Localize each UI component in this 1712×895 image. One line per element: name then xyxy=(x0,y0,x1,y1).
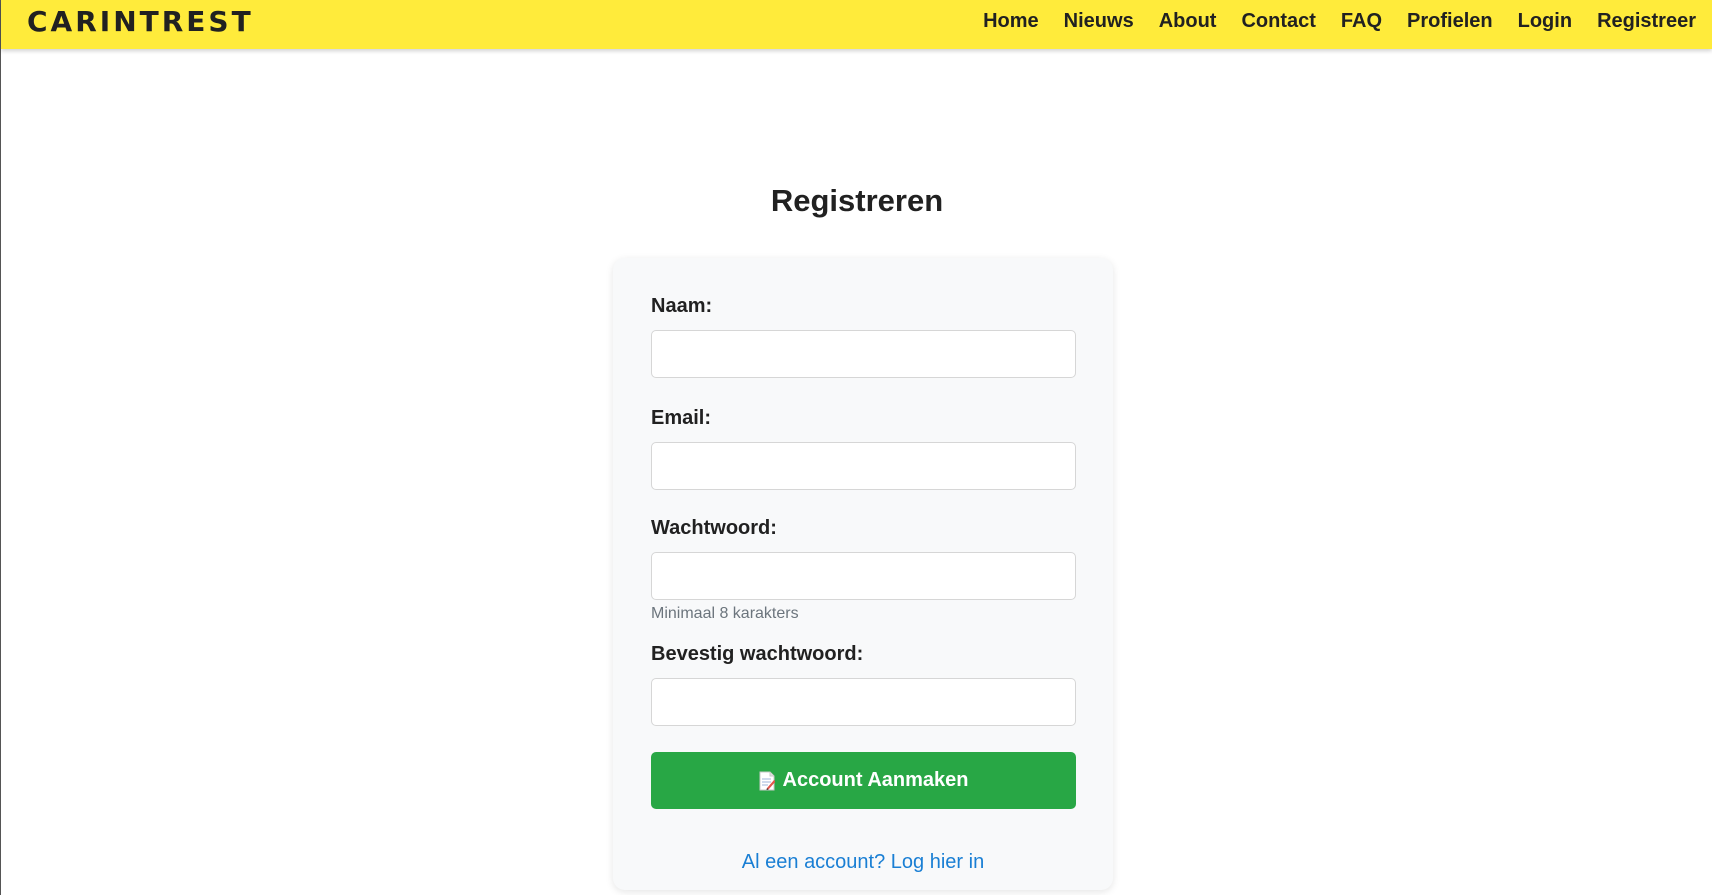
login-link[interactable]: Al een account? Log hier in xyxy=(651,851,1075,874)
nav-login[interactable]: Login xyxy=(1505,10,1584,33)
brand-logo[interactable]: CARINTREST xyxy=(27,5,254,38)
nav-faq[interactable]: FAQ xyxy=(1328,10,1394,33)
create-account-button[interactable]: Account Aanmaken xyxy=(651,752,1076,809)
navbar: CARINTREST Home Nieuws About Contact FAQ… xyxy=(1,0,1712,49)
name-field-group: Naam: xyxy=(651,294,1076,378)
name-label: Naam: xyxy=(651,295,713,317)
nav-profielen[interactable]: Profielen xyxy=(1395,10,1506,33)
page-title: Registreren xyxy=(770,183,944,218)
nav-home[interactable]: Home xyxy=(971,10,1052,33)
nav-about[interactable]: About xyxy=(1146,10,1229,33)
register-form: Naam: Email: Wachtwoord: Minimaal 8 kara… xyxy=(613,258,1113,890)
name-input[interactable] xyxy=(651,330,1076,378)
create-account-label: Account Aanmaken xyxy=(782,769,969,791)
password-label: Wachtwoord: xyxy=(651,517,777,539)
confirm-password-input[interactable] xyxy=(651,678,1076,726)
nav-links: Home Nieuws About Contact FAQ Profielen … xyxy=(971,10,1696,33)
confirm-field-group: Bevestig wachtwoord: xyxy=(651,642,1076,726)
password-field-group: Wachtwoord: Minimaal 8 karakters xyxy=(651,516,1076,624)
confirm-password-label: Bevestig wachtwoord: xyxy=(651,643,864,665)
email-input[interactable] xyxy=(651,442,1076,490)
nav-registreer[interactable]: Registreer xyxy=(1585,10,1696,33)
email-field-group: Email: xyxy=(651,406,1076,490)
email-label: Email: xyxy=(651,407,712,429)
nav-nieuws[interactable]: Nieuws xyxy=(1051,10,1146,33)
password-hint: Minimaal 8 karakters xyxy=(651,605,799,622)
password-input[interactable] xyxy=(651,552,1076,600)
memo-icon xyxy=(759,771,776,791)
nav-contact[interactable]: Contact xyxy=(1229,10,1328,33)
